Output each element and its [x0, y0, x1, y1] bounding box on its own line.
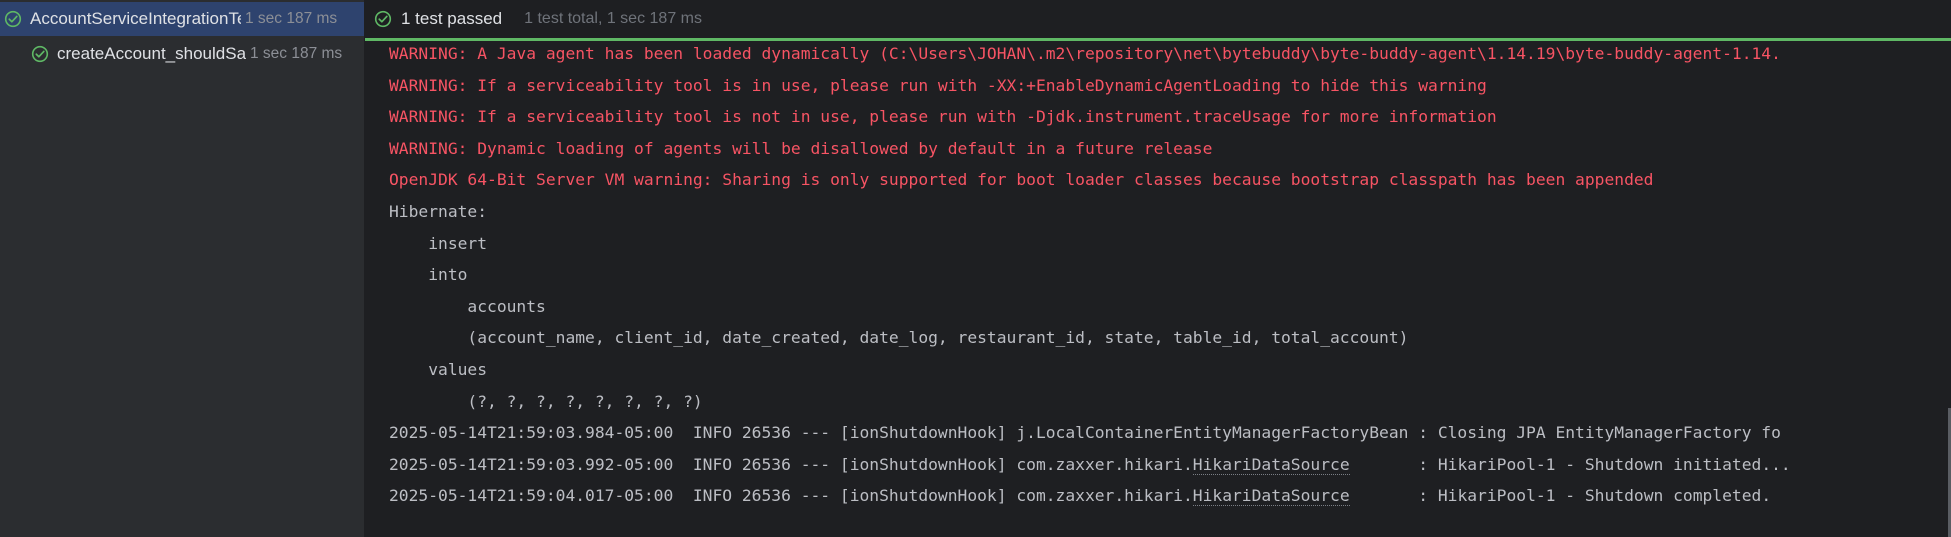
test-method-item[interactable]: createAccount_shouldSaveAccount 1 sec 18…	[0, 37, 364, 71]
console-warning-line: WARNING: Dynamic loading of agents will …	[389, 138, 1213, 158]
console-log-line: insert	[389, 233, 497, 253]
console-panel: 1 test passed 1 test total, 1 sec 187 ms…	[365, 0, 1951, 537]
test-status-bar: 1 test passed 1 test total, 1 sec 187 ms	[365, 0, 1951, 38]
console-log-line: values	[389, 359, 488, 379]
console-log-line: (account_name, client_id, date_created, …	[389, 328, 1419, 348]
test-results-tree: AccountServiceIntegrationTest 1 sec 187 …	[0, 0, 365, 537]
test-class-duration: 1 sec 187 ms	[245, 10, 338, 27]
class-link[interactable]: HikariDataSource	[1192, 486, 1350, 507]
test-class-name: AccountServiceIntegrationTest	[30, 9, 241, 28]
console-output[interactable]: WARNING: A Java agent has been loaded dy…	[389, 38, 1944, 512]
console-warning-line: WARNING: If a serviceability tool is in …	[389, 75, 1487, 95]
test-class-item[interactable]: AccountServiceIntegrationTest 1 sec 187 …	[0, 2, 364, 36]
console-log-line: 2025-05-14T21:59:03.984-05:00 INFO 26536…	[389, 423, 1781, 443]
test-method-name: createAccount_shouldSaveAccount	[57, 44, 246, 63]
console-log-line: Hibernate:	[389, 201, 497, 221]
tests-summary: 1 test total, 1 sec 187 ms	[524, 10, 702, 27]
console-log-line: (?, ?, ?, ?, ?, ?, ?, ?)	[389, 391, 703, 411]
console-warning-line: OpenJDK 64-Bit Server VM warning: Sharin…	[389, 170, 1654, 190]
console-log-line: into	[389, 265, 468, 285]
check-circle-icon	[373, 9, 393, 29]
check-circle-icon	[3, 9, 23, 29]
log-message: : HikariPool-1 - Shutdown completed.	[1349, 486, 1772, 506]
class-link[interactable]: HikariDataSource	[1192, 454, 1350, 475]
console-warning-line: WARNING: If a serviceability tool is not…	[389, 107, 1497, 127]
check-circle-icon	[30, 44, 50, 64]
console-log-line: 2025-05-14T21:59:03.992-05:00 INFO 26536…	[389, 449, 1944, 481]
log-prefix: 2025-05-14T21:59:04.017-05:00 INFO 26536…	[389, 486, 1193, 506]
test-method-duration: 1 sec 187 ms	[250, 45, 343, 62]
console-warning-line: WARNING: A Java agent has been loaded dy…	[389, 44, 1781, 63]
log-message: : HikariPool-1 - Shutdown initiated...	[1349, 454, 1791, 474]
tests-passed-label: 1 test passed	[401, 9, 503, 28]
console-log-line: 2025-05-14T21:59:04.017-05:00 INFO 26536…	[389, 480, 1944, 512]
console-log-line: accounts	[389, 296, 546, 316]
log-prefix: 2025-05-14T21:59:03.992-05:00 INFO 26536…	[389, 454, 1193, 474]
